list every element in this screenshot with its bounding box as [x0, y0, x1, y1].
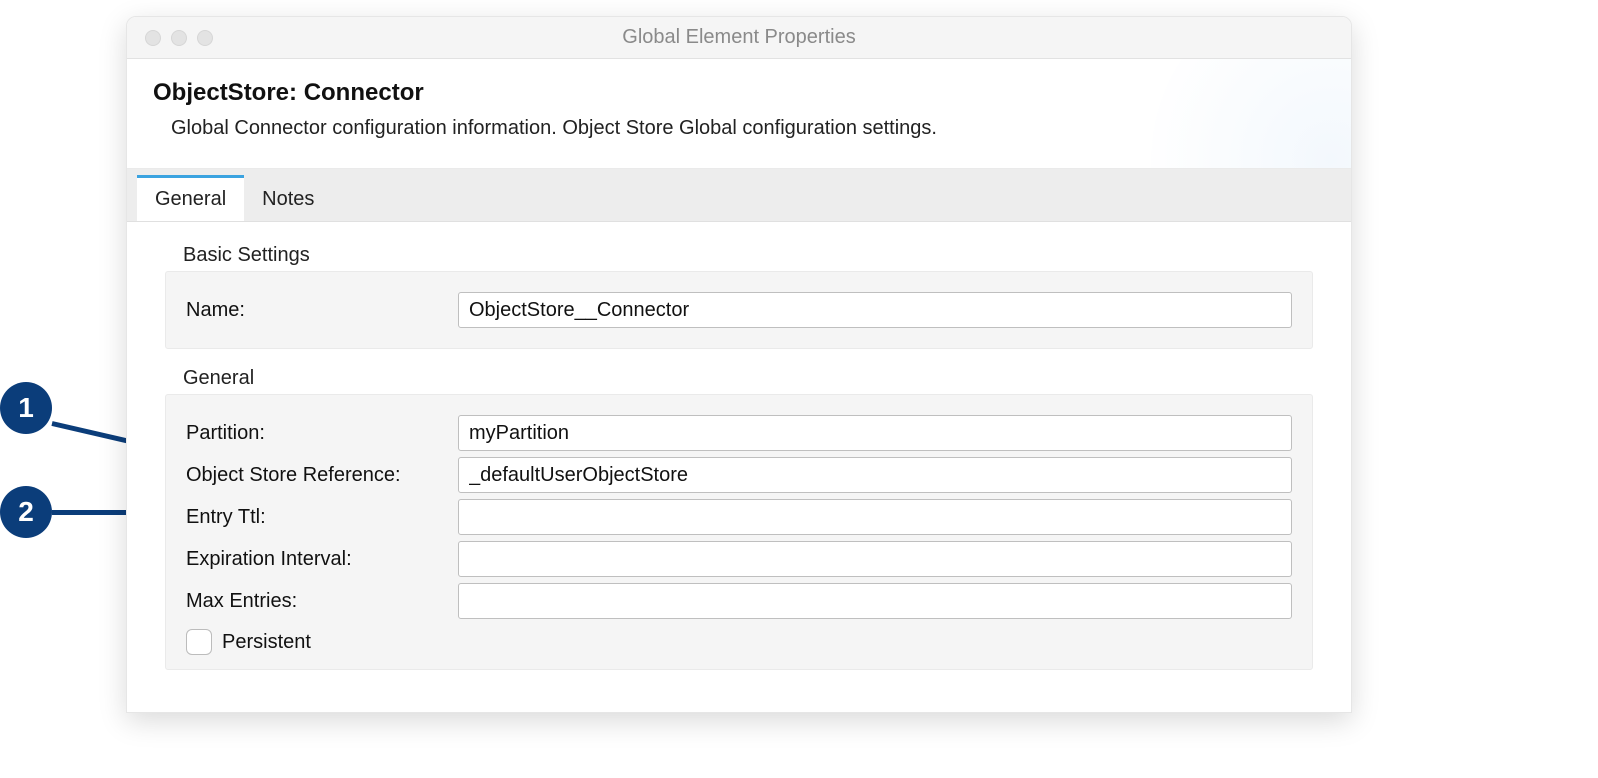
page-subtitle: Global Connector configuration informati…: [153, 117, 1325, 140]
tab-general[interactable]: General: [137, 175, 244, 221]
expiration-interval-input[interactable]: [458, 541, 1292, 577]
row-max-entries: Max Entries:: [186, 583, 1292, 619]
group-general: Partition: Object Store Reference: Entry…: [165, 394, 1313, 670]
label-partition: Partition:: [186, 422, 458, 445]
tab-notes[interactable]: Notes: [244, 175, 332, 221]
label-name: Name:: [186, 299, 458, 322]
header-section: ObjectStore: Connector Global Connector …: [127, 59, 1351, 169]
section-general-label: General: [183, 367, 1331, 390]
row-object-store-reference: Object Store Reference:: [186, 457, 1292, 493]
row-partition: Partition:: [186, 415, 1292, 451]
label-object-store-reference: Object Store Reference:: [186, 464, 458, 487]
row-persistent: Persistent: [186, 629, 1292, 655]
tabs-row: General Notes: [127, 169, 1351, 222]
group-basic-settings: Name:: [165, 271, 1313, 349]
label-max-entries: Max Entries:: [186, 590, 458, 613]
callout-badge-1: 1: [0, 382, 52, 434]
partition-input[interactable]: [458, 415, 1292, 451]
window-controls: [145, 30, 213, 46]
minimize-icon[interactable]: [171, 30, 187, 46]
window-title: Global Element Properties: [127, 26, 1351, 49]
persistent-checkbox[interactable]: [186, 629, 212, 655]
close-icon[interactable]: [145, 30, 161, 46]
max-entries-input[interactable]: [458, 583, 1292, 619]
object-store-reference-input[interactable]: [458, 457, 1292, 493]
maximize-icon[interactable]: [197, 30, 213, 46]
row-name: Name:: [186, 292, 1292, 328]
callout-badge-2: 2: [0, 486, 52, 538]
entry-ttl-input[interactable]: [458, 499, 1292, 535]
row-entry-ttl: Entry Ttl:: [186, 499, 1292, 535]
label-entry-ttl: Entry Ttl:: [186, 506, 458, 529]
row-expiration-interval: Expiration Interval:: [186, 541, 1292, 577]
label-expiration-interval: Expiration Interval:: [186, 548, 458, 571]
dialog-window: Global Element Properties ObjectStore: C…: [126, 16, 1352, 713]
section-basic-settings-label: Basic Settings: [183, 244, 1331, 267]
page-title: ObjectStore: Connector: [153, 79, 1325, 107]
content-area: Basic Settings Name: General Partition: …: [127, 222, 1351, 712]
name-input[interactable]: [458, 292, 1292, 328]
titlebar: Global Element Properties: [127, 17, 1351, 59]
label-persistent: Persistent: [222, 631, 311, 654]
